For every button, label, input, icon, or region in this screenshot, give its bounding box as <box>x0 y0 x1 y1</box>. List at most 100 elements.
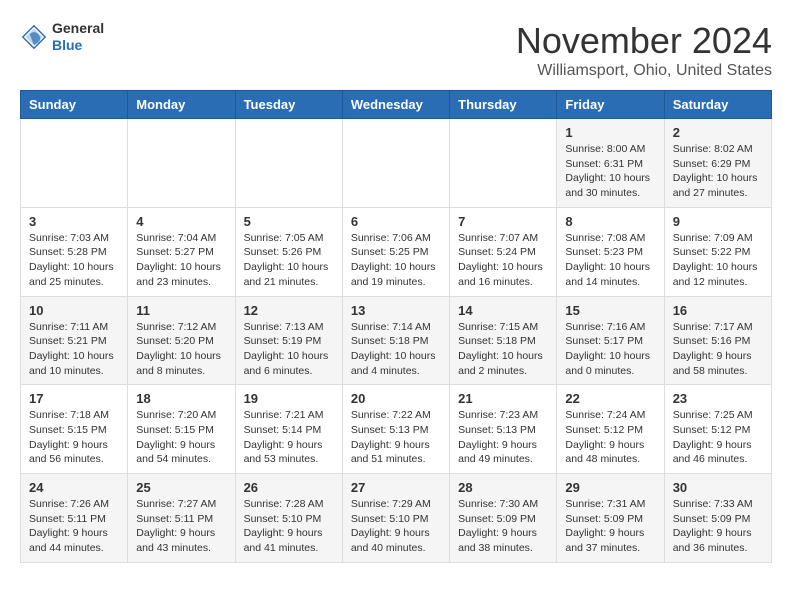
day-number: 19 <box>244 391 334 406</box>
month-title: November 2024 <box>516 20 772 62</box>
day-number: 12 <box>244 303 334 318</box>
calendar-cell: 16Sunrise: 7:17 AM Sunset: 5:16 PM Dayli… <box>664 296 771 385</box>
weekday-header: Saturday <box>664 91 771 119</box>
header: General Blue November 2024 Williamsport,… <box>20 20 772 80</box>
day-info: Sunrise: 7:06 AM Sunset: 5:25 PM Dayligh… <box>351 231 441 290</box>
day-info: Sunrise: 7:33 AM Sunset: 5:09 PM Dayligh… <box>673 497 763 556</box>
day-number: 14 <box>458 303 548 318</box>
calendar-cell: 2 Sunrise: 8:02 AM Sunset: 6:29 PM Daylig… <box>664 119 771 208</box>
calendar-cell: 21 Sunrise: 7:23 AM Sunset: 5:13 PM Dayli… <box>450 385 557 474</box>
calendar-cell: 30 Sunrise: 7:33 AM Sunset: 5:09 PM Dayli… <box>664 474 771 563</box>
day-info: Sunrise: 7:20 AM Sunset: 5:15 PM Dayligh… <box>136 408 226 467</box>
day-number: 30 <box>673 480 763 495</box>
day-number: 5 <box>244 214 334 229</box>
calendar-cell: 1 Sunrise: 8:00 AM Sunset: 6:31 PM Daylig… <box>557 119 664 208</box>
day-info: Sunrise: 8:00 AM Sunset: 6:31 PM Dayligh… <box>565 142 655 201</box>
day-info: Sunrise: 7:29 AM Sunset: 5:10 PM Dayligh… <box>351 497 441 556</box>
calendar-cell: 25Sunrise: 7:27 AM Sunset: 5:11 PM Dayli… <box>128 474 235 563</box>
location-title: Williamsport, Ohio, United States <box>516 62 772 80</box>
day-info: Sunrise: 7:14 AM Sunset: 5:18 PM Dayligh… <box>351 320 441 379</box>
calendar-week-row: 17 Sunrise: 7:18 AM Sunset: 5:15 PM Dayli… <box>21 385 772 474</box>
calendar-cell: 22 Sunrise: 7:24 AM Sunset: 5:12 PM Dayli… <box>557 385 664 474</box>
day-info: Sunrise: 7:03 AM Sunset: 5:28 PM Dayligh… <box>29 231 119 290</box>
day-number: 22 <box>565 391 655 406</box>
day-number: 11 <box>136 303 226 318</box>
logo-blue: Blue <box>52 37 104 54</box>
calendar-table: SundayMondayTuesdayWednesdayThursdayFrid… <box>20 90 772 563</box>
day-info: Sunrise: 7:05 AM Sunset: 5:26 PM Dayligh… <box>244 231 334 290</box>
logo-text: General Blue <box>52 20 104 54</box>
day-info: Sunrise: 7:16 AM Sunset: 5:17 PM Dayligh… <box>565 320 655 379</box>
day-number: 10 <box>29 303 119 318</box>
calendar-cell: 29 Sunrise: 7:31 AM Sunset: 5:09 PM Dayli… <box>557 474 664 563</box>
calendar-cell: 26Sunrise: 7:28 AM Sunset: 5:10 PM Dayli… <box>235 474 342 563</box>
day-number: 26 <box>244 480 334 495</box>
day-info: Sunrise: 7:26 AM Sunset: 5:11 PM Dayligh… <box>29 497 119 556</box>
calendar-cell: 18 Sunrise: 7:20 AM Sunset: 5:15 PM Dayli… <box>128 385 235 474</box>
day-info: Sunrise: 7:11 AM Sunset: 5:21 PM Dayligh… <box>29 320 119 379</box>
day-info: Sunrise: 7:07 AM Sunset: 5:24 PM Dayligh… <box>458 231 548 290</box>
weekday-header: Tuesday <box>235 91 342 119</box>
day-number: 13 <box>351 303 441 318</box>
day-number: 15 <box>565 303 655 318</box>
day-info: Sunrise: 7:08 AM Sunset: 5:23 PM Dayligh… <box>565 231 655 290</box>
day-number: 4 <box>136 214 226 229</box>
calendar-cell <box>342 119 449 208</box>
calendar-week-row: 3 Sunrise: 7:03 AM Sunset: 5:28 PM Daylig… <box>21 207 772 296</box>
weekday-header: Sunday <box>21 91 128 119</box>
day-info: Sunrise: 7:31 AM Sunset: 5:09 PM Dayligh… <box>565 497 655 556</box>
calendar-cell: 27 Sunrise: 7:29 AM Sunset: 5:10 PM Dayli… <box>342 474 449 563</box>
day-info: Sunrise: 7:24 AM Sunset: 5:12 PM Dayligh… <box>565 408 655 467</box>
calendar-cell: 13 Sunrise: 7:14 AM Sunset: 5:18 PM Dayli… <box>342 296 449 385</box>
weekday-header: Thursday <box>450 91 557 119</box>
calendar-cell: 7Sunrise: 7:07 AM Sunset: 5:24 PM Daylig… <box>450 207 557 296</box>
day-number: 27 <box>351 480 441 495</box>
calendar-week-row: 10 Sunrise: 7:11 AM Sunset: 5:21 PM Dayli… <box>21 296 772 385</box>
calendar-cell <box>128 119 235 208</box>
calendar-cell: 19 Sunrise: 7:21 AM Sunset: 5:14 PM Dayli… <box>235 385 342 474</box>
calendar-cell <box>21 119 128 208</box>
logo-general: General <box>52 20 104 37</box>
day-info: Sunrise: 7:18 AM Sunset: 5:15 PM Dayligh… <box>29 408 119 467</box>
weekday-header-row: SundayMondayTuesdayWednesdayThursdayFrid… <box>21 91 772 119</box>
day-info: Sunrise: 7:13 AM Sunset: 5:19 PM Dayligh… <box>244 320 334 379</box>
day-number: 2 <box>673 125 763 140</box>
day-info: Sunrise: 7:23 AM Sunset: 5:13 PM Dayligh… <box>458 408 548 467</box>
day-info: Sunrise: 7:15 AM Sunset: 5:18 PM Dayligh… <box>458 320 548 379</box>
calendar-cell: 24 Sunrise: 7:26 AM Sunset: 5:11 PM Dayli… <box>21 474 128 563</box>
calendar-cell: 12 Sunrise: 7:13 AM Sunset: 5:19 PM Dayli… <box>235 296 342 385</box>
day-info: Sunrise: 7:27 AM Sunset: 5:11 PM Dayligh… <box>136 497 226 556</box>
day-number: 24 <box>29 480 119 495</box>
day-info: Sunrise: 7:21 AM Sunset: 5:14 PM Dayligh… <box>244 408 334 467</box>
day-number: 17 <box>29 391 119 406</box>
logo-icon <box>20 23 48 51</box>
calendar-cell: 5 Sunrise: 7:05 AM Sunset: 5:26 PM Daylig… <box>235 207 342 296</box>
day-number: 9 <box>673 214 763 229</box>
calendar-cell: 4Sunrise: 7:04 AM Sunset: 5:27 PM Daylig… <box>128 207 235 296</box>
day-number: 1 <box>565 125 655 140</box>
day-info: Sunrise: 7:12 AM Sunset: 5:20 PM Dayligh… <box>136 320 226 379</box>
weekday-header: Friday <box>557 91 664 119</box>
calendar-cell: 8 Sunrise: 7:08 AM Sunset: 5:23 PM Daylig… <box>557 207 664 296</box>
calendar-cell: 3 Sunrise: 7:03 AM Sunset: 5:28 PM Daylig… <box>21 207 128 296</box>
title-section: November 2024 Williamsport, Ohio, United… <box>516 20 772 80</box>
day-number: 20 <box>351 391 441 406</box>
calendar-week-row: 24 Sunrise: 7:26 AM Sunset: 5:11 PM Dayli… <box>21 474 772 563</box>
calendar-cell: 23Sunrise: 7:25 AM Sunset: 5:12 PM Dayli… <box>664 385 771 474</box>
day-info: Sunrise: 7:22 AM Sunset: 5:13 PM Dayligh… <box>351 408 441 467</box>
calendar-cell <box>450 119 557 208</box>
day-number: 3 <box>29 214 119 229</box>
day-number: 8 <box>565 214 655 229</box>
day-number: 18 <box>136 391 226 406</box>
day-number: 29 <box>565 480 655 495</box>
calendar-cell: 17 Sunrise: 7:18 AM Sunset: 5:15 PM Dayli… <box>21 385 128 474</box>
calendar-cell: 10 Sunrise: 7:11 AM Sunset: 5:21 PM Dayli… <box>21 296 128 385</box>
weekday-header: Monday <box>128 91 235 119</box>
day-info: Sunrise: 8:02 AM Sunset: 6:29 PM Dayligh… <box>673 142 763 201</box>
calendar-cell: 14 Sunrise: 7:15 AM Sunset: 5:18 PM Dayli… <box>450 296 557 385</box>
calendar-cell: 20 Sunrise: 7:22 AM Sunset: 5:13 PM Dayli… <box>342 385 449 474</box>
calendar-cell: 11 Sunrise: 7:12 AM Sunset: 5:20 PM Dayli… <box>128 296 235 385</box>
day-number: 23 <box>673 391 763 406</box>
day-number: 28 <box>458 480 548 495</box>
day-number: 21 <box>458 391 548 406</box>
